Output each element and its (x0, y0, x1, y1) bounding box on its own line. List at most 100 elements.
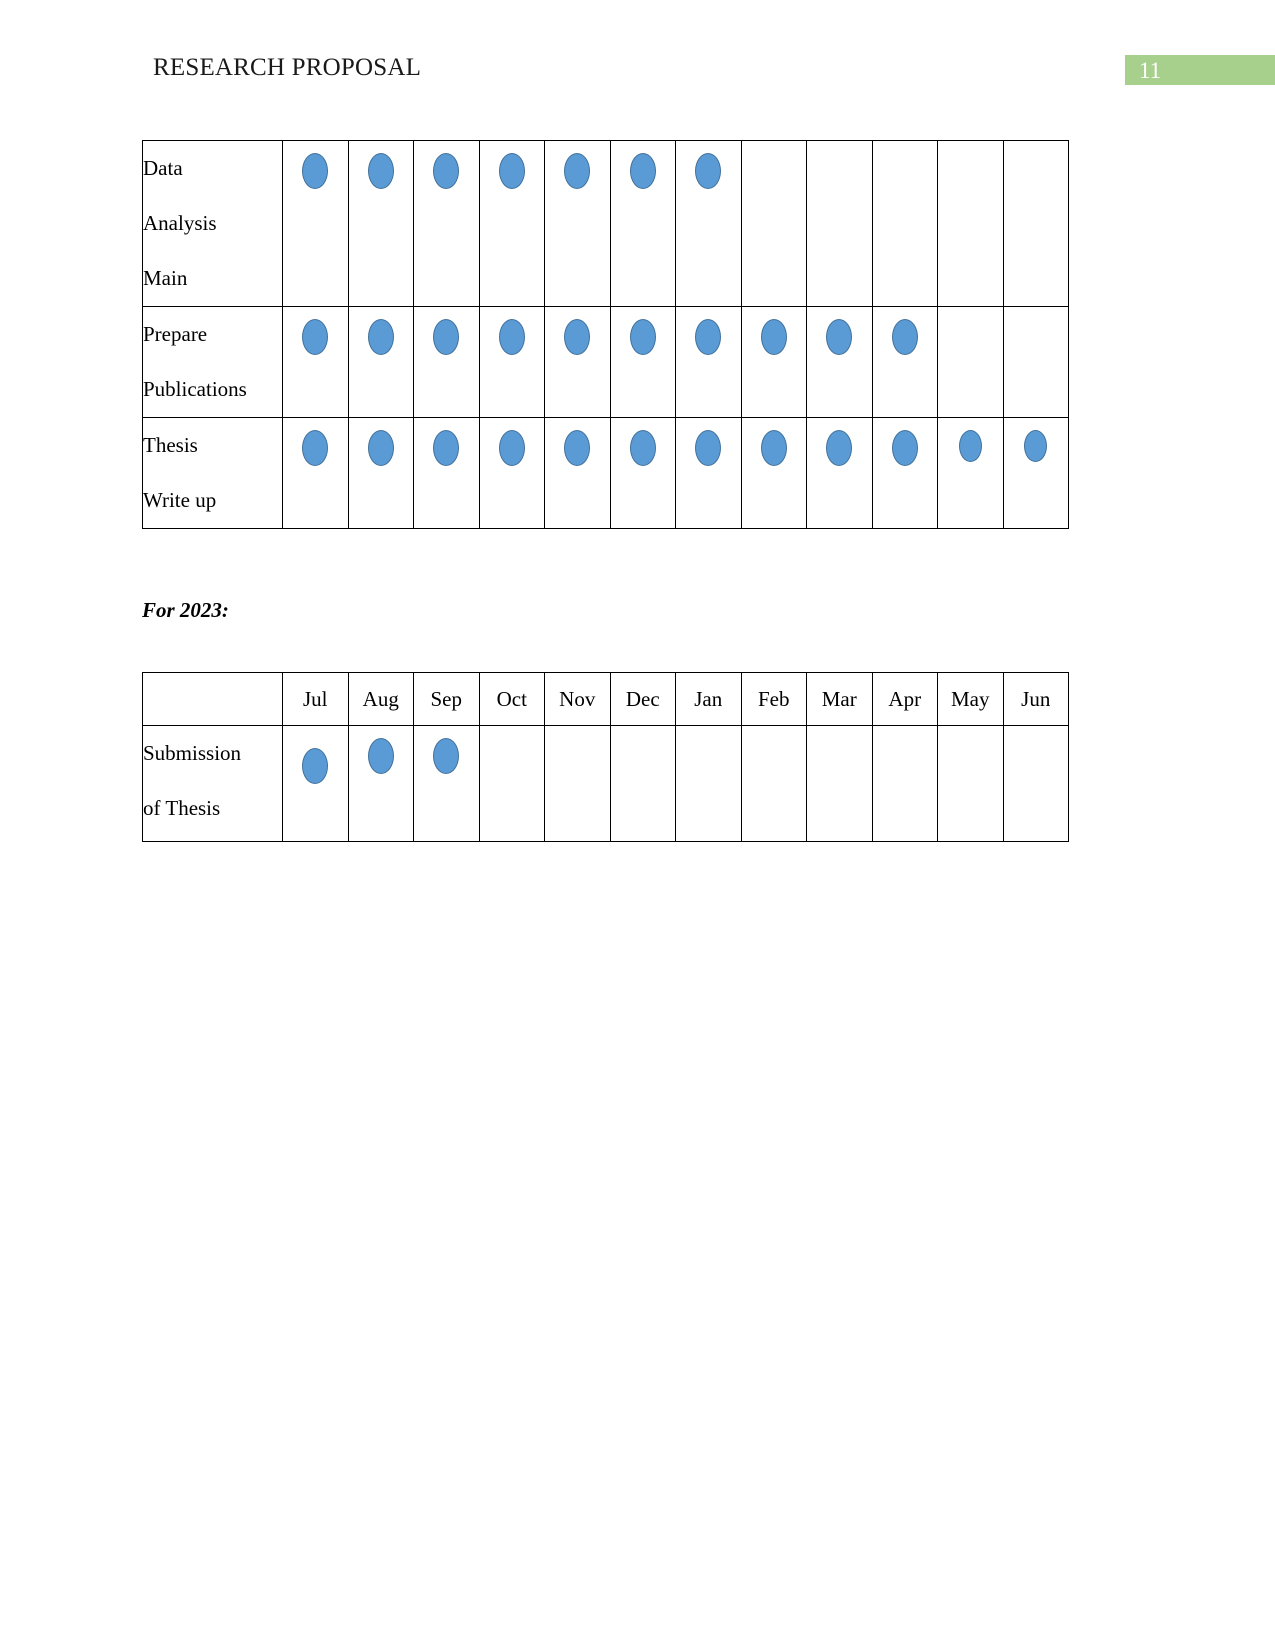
ellipse-marker-icon (302, 748, 329, 784)
page-title: RESEARCH PROPOSAL (153, 54, 422, 81)
cell-mark (675, 417, 742, 529)
ellipse-marker-icon (564, 153, 591, 189)
cell-empty (1002, 306, 1069, 418)
cell-empty (937, 140, 1004, 307)
ellipse-marker-icon (760, 430, 787, 466)
ellipse-marker-icon (302, 319, 329, 355)
ellipse-marker-icon (564, 430, 591, 466)
cell-mark (413, 306, 480, 418)
cell-mark (609, 140, 676, 307)
cell-empty (1002, 140, 1069, 307)
cell-mark (740, 306, 807, 418)
ellipse-marker-icon (367, 430, 394, 466)
header-month-feb: Feb (740, 672, 807, 726)
cell-mark (675, 140, 742, 307)
ellipse-marker-icon (695, 319, 722, 355)
header-month-nov: Nov (544, 672, 611, 726)
row-label-data-analysis-main: Data Analysis Main (142, 140, 283, 307)
cell-mark (478, 417, 545, 529)
row-label-line: of Thesis (143, 796, 221, 820)
cell-mark (282, 725, 349, 842)
row-label-thesis-write-up: Thesis Write up (142, 417, 283, 529)
ellipse-marker-icon (629, 319, 656, 355)
header-month-sep: Sep (413, 672, 480, 726)
page-number-band: 11 (1125, 55, 1275, 85)
cell-empty (937, 725, 1004, 842)
ellipse-marker-icon (498, 319, 525, 355)
schedule-table-2022: Data Analysis Main Prepare Publications (142, 140, 1069, 529)
row-label-line: Thesis (143, 433, 198, 457)
ellipse-marker-icon (498, 430, 525, 466)
table-row: Prepare Publications (142, 306, 1069, 418)
row-label-line: Prepare (143, 322, 208, 346)
ellipse-marker-icon (695, 153, 722, 189)
ellipse-marker-icon (891, 430, 918, 466)
cell-mark (806, 306, 873, 418)
header-month-jan: Jan (675, 672, 742, 726)
cell-empty (806, 725, 873, 842)
cell-empty (675, 725, 742, 842)
cell-mark (806, 417, 873, 529)
table-row: Thesis Write up (142, 417, 1069, 529)
ellipse-marker-icon (367, 738, 394, 774)
cell-mark (544, 417, 611, 529)
header-month-jun: Jun (1002, 672, 1069, 726)
header-month-may: May (937, 672, 1004, 726)
row-label-line: Submission (143, 741, 242, 765)
cell-mark (675, 306, 742, 418)
ellipse-marker-icon (433, 738, 460, 774)
row-label-line: Write up (143, 488, 217, 512)
ellipse-marker-icon (367, 153, 394, 189)
cell-mark (871, 417, 938, 529)
row-label-line: Main (143, 266, 188, 290)
cell-mark (282, 417, 349, 529)
header-month-aug: Aug (347, 672, 414, 726)
cell-mark (347, 417, 414, 529)
cell-mark (937, 417, 1004, 529)
ellipse-marker-icon (760, 319, 787, 355)
row-label-line: Data (143, 156, 183, 180)
header-month-jul: Jul (282, 672, 349, 726)
ellipse-marker-icon (629, 153, 656, 189)
ellipse-marker-icon (1024, 430, 1048, 462)
header-month-oct: Oct (478, 672, 545, 726)
cell-mark (478, 140, 545, 307)
cell-mark (740, 417, 807, 529)
page-header: RESEARCH PROPOSAL 11 (0, 0, 1275, 100)
row-label-line: Analysis (143, 211, 217, 235)
row-label-line: Publications (143, 377, 247, 401)
ellipse-marker-icon (826, 430, 853, 466)
cell-mark (413, 417, 480, 529)
cell-empty (806, 140, 873, 307)
ellipse-marker-icon (826, 319, 853, 355)
ellipse-marker-icon (498, 153, 525, 189)
ellipse-marker-icon (433, 430, 460, 466)
cell-mark (347, 725, 414, 842)
cell-empty (871, 140, 938, 307)
cell-mark (1002, 417, 1069, 529)
page-number: 11 (1139, 58, 1162, 83)
ellipse-marker-icon (564, 319, 591, 355)
cell-mark (544, 140, 611, 307)
ellipse-marker-icon (695, 430, 722, 466)
cell-mark (478, 306, 545, 418)
cell-mark (871, 306, 938, 418)
cell-empty (544, 725, 611, 842)
cell-empty (740, 725, 807, 842)
ellipse-marker-icon (629, 430, 656, 466)
ellipse-marker-icon (302, 153, 329, 189)
table-row: Data Analysis Main (142, 140, 1069, 307)
cell-mark (282, 140, 349, 307)
ellipse-marker-icon (958, 430, 982, 462)
cell-empty (1002, 725, 1069, 842)
row-label-prepare-publications: Prepare Publications (142, 306, 283, 418)
ellipse-marker-icon (433, 153, 460, 189)
cell-mark (282, 306, 349, 418)
header-month-mar: Mar (806, 672, 873, 726)
ellipse-marker-icon (433, 319, 460, 355)
header-month-apr: Apr (871, 672, 938, 726)
cell-mark (544, 306, 611, 418)
cell-empty (937, 306, 1004, 418)
table-row: Submission of Thesis (142, 725, 1069, 842)
section-heading-for-2023: For 2023: (142, 598, 229, 622)
